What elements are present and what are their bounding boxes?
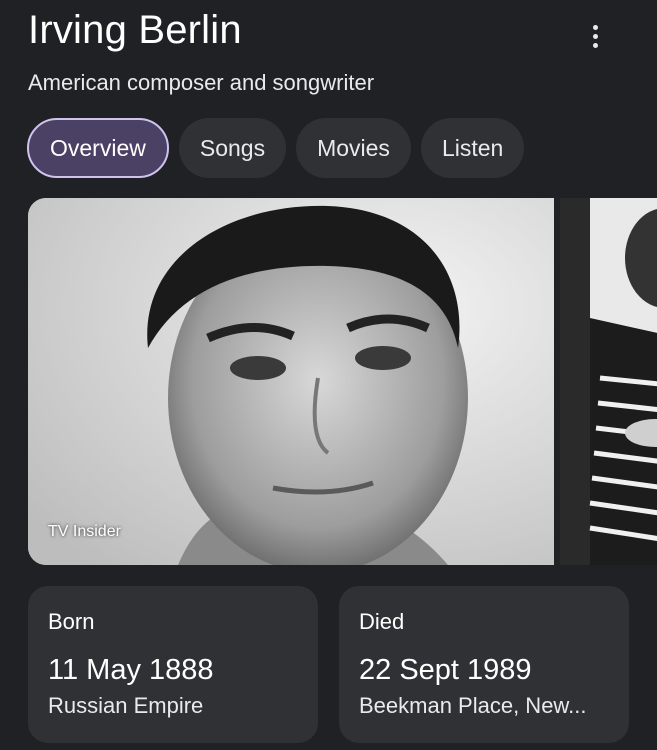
- born-label: Born: [48, 609, 95, 634]
- portrait-photo[interactable]: TV Insider: [28, 198, 554, 565]
- tab-bar: Overview Songs Movies Listen: [27, 118, 525, 178]
- died-label: Died: [359, 609, 405, 634]
- image-gallery: TV Insider: [28, 198, 657, 565]
- piano-photo[interactable]: [560, 198, 657, 565]
- tab-listen[interactable]: Listen: [420, 118, 525, 178]
- tab-movies[interactable]: Movies: [296, 118, 411, 178]
- page-title: Irving Berlin: [28, 8, 242, 52]
- born-place: Russian Empire: [48, 693, 204, 718]
- piano-image: [560, 198, 657, 565]
- born-date: 11 May 1888: [48, 654, 214, 686]
- died-place: Beekman Place, New...: [359, 693, 587, 718]
- photo-source-label: TV Insider: [48, 523, 121, 540]
- died-card[interactable]: Died 22 Sept 1989 Beekman Place, New...: [339, 586, 629, 743]
- died-date: 22 Sept 1989: [359, 654, 532, 686]
- tab-overview[interactable]: Overview: [27, 118, 169, 178]
- page-subtitle: American composer and songwriter: [28, 70, 375, 95]
- born-card[interactable]: Born 11 May 1888 Russian Empire: [28, 586, 318, 743]
- portrait-image: [28, 198, 554, 565]
- tab-songs[interactable]: Songs: [178, 118, 287, 178]
- more-options-icon[interactable]: [583, 22, 607, 50]
